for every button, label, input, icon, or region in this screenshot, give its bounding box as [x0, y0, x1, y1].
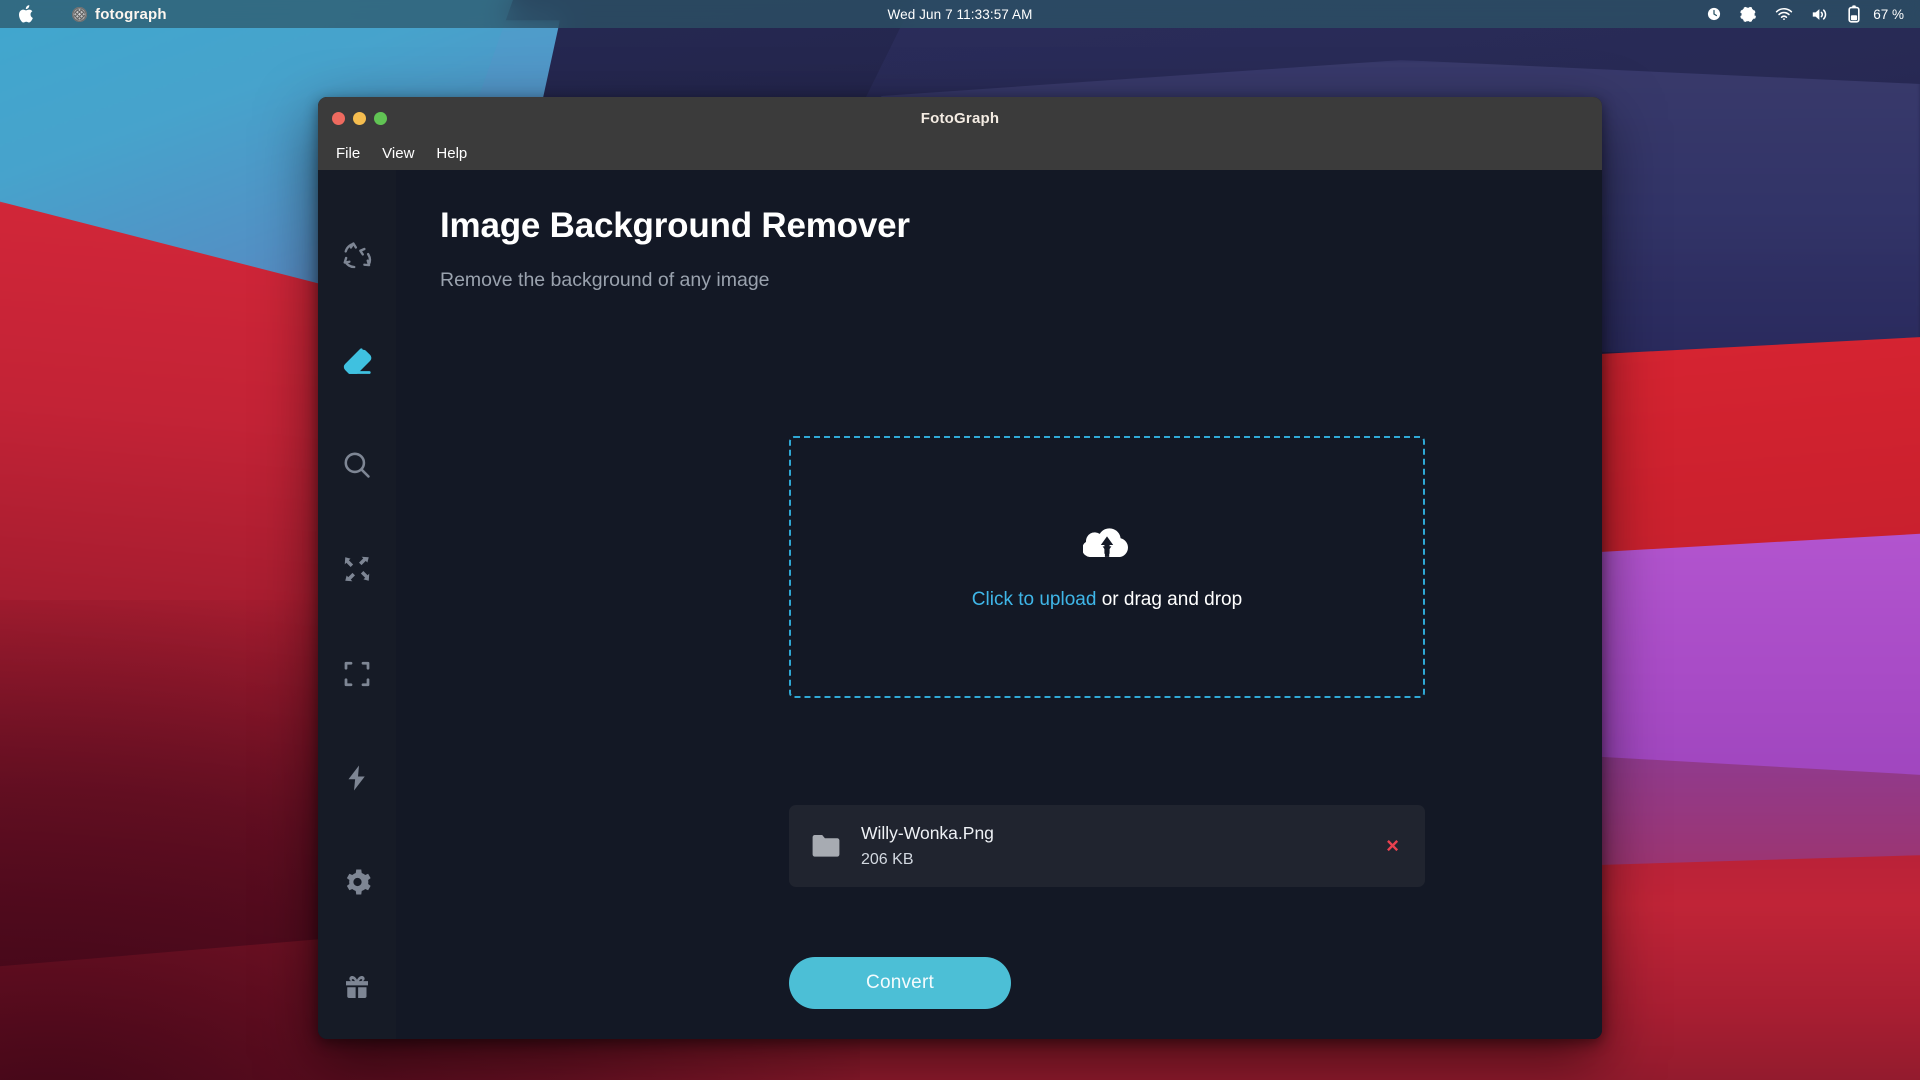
folder-icon: [811, 834, 845, 859]
wifi-icon[interactable]: [1775, 7, 1793, 21]
uploaded-file-row: Willy-Wonka.Png 206 KB ×: [789, 805, 1425, 887]
menu-bar-left: fotograph: [0, 0, 177, 28]
battery-percent-label: 67 %: [1873, 6, 1904, 22]
active-app-name: fotograph: [95, 5, 167, 23]
upload-dropzone[interactable]: Click to upload or drag and drop: [789, 436, 1425, 698]
fotograph-app-icon: [72, 6, 87, 22]
main-content: Image Background Remover Remove the back…: [396, 170, 1602, 1039]
window-controls: [318, 111, 387, 125]
dropzone-text: Click to upload or drag and drop: [972, 589, 1242, 611]
gear-icon: [342, 867, 372, 897]
active-app-entry[interactable]: fotograph: [38, 6, 177, 23]
close-button[interactable]: [332, 111, 345, 125]
sidebar-item-batch[interactable]: [318, 726, 396, 830]
app-sidebar: [318, 170, 396, 1039]
page-title: Image Background Remover: [440, 206, 910, 245]
file-meta: Willy-Wonka.Png 206 KB: [861, 823, 994, 869]
apple-logo-icon[interactable]: [12, 0, 38, 28]
resize-collapse-icon: [342, 659, 372, 689]
click-to-upload-link[interactable]: Click to upload: [972, 589, 1097, 610]
window-titlebar[interactable]: FotoGraph: [318, 97, 1602, 139]
lightning-bolt-icon: [342, 763, 372, 793]
compress-arrows-icon: [342, 554, 372, 584]
system-menu-bar: fotograph Wed Jun 7 11:33:57 AM 67 %: [0, 0, 1920, 28]
file-size: 206 KB: [861, 851, 914, 868]
window-menu-bar: File View Help: [318, 139, 1602, 170]
drag-and-drop-text: or drag and drop: [1096, 588, 1243, 610]
minimize-button[interactable]: [353, 111, 366, 125]
app-window: FotoGraph File View Help Image Backgroun…: [318, 97, 1602, 1039]
remove-file-button[interactable]: ×: [1386, 835, 1399, 857]
sidebar-item-settings[interactable]: [318, 830, 396, 934]
menu-file[interactable]: File: [332, 143, 371, 166]
eraser-icon: [341, 345, 373, 377]
sidebar-item-convert[interactable]: [318, 204, 396, 308]
gear-icon[interactable]: [1740, 6, 1757, 23]
page-subtitle: Remove the background of any image: [440, 269, 770, 292]
sidebar-item-gift[interactable]: [318, 935, 396, 1039]
gift-icon: [342, 972, 372, 1002]
convert-button[interactable]: Convert: [789, 957, 1011, 1009]
cloud-upload-icon: [1082, 524, 1131, 567]
sidebar-item-compress[interactable]: [318, 517, 396, 621]
volume-icon[interactable]: [1811, 7, 1829, 22]
sidebar-item-background-remover[interactable]: [318, 308, 396, 412]
menu-help[interactable]: Help: [425, 143, 478, 166]
maximize-button[interactable]: [374, 111, 387, 125]
menu-view[interactable]: View: [371, 143, 425, 166]
recycle-convert-icon: [342, 241, 372, 271]
clock-icon[interactable]: [1706, 6, 1722, 22]
search-icon: [341, 449, 373, 481]
file-name: Willy-Wonka.Png: [861, 823, 994, 843]
menu-bar-status-area: 67 %: [1706, 4, 1920, 24]
window-body: Image Background Remover Remove the back…: [318, 170, 1602, 1039]
sidebar-item-resize[interactable]: [318, 622, 396, 726]
battery-icon[interactable]: [1847, 4, 1861, 24]
sidebar-item-search[interactable]: [318, 413, 396, 517]
window-title: FotoGraph: [920, 109, 1000, 127]
menu-bar-clock: Wed Jun 7 11:33:57 AM: [887, 6, 1033, 22]
